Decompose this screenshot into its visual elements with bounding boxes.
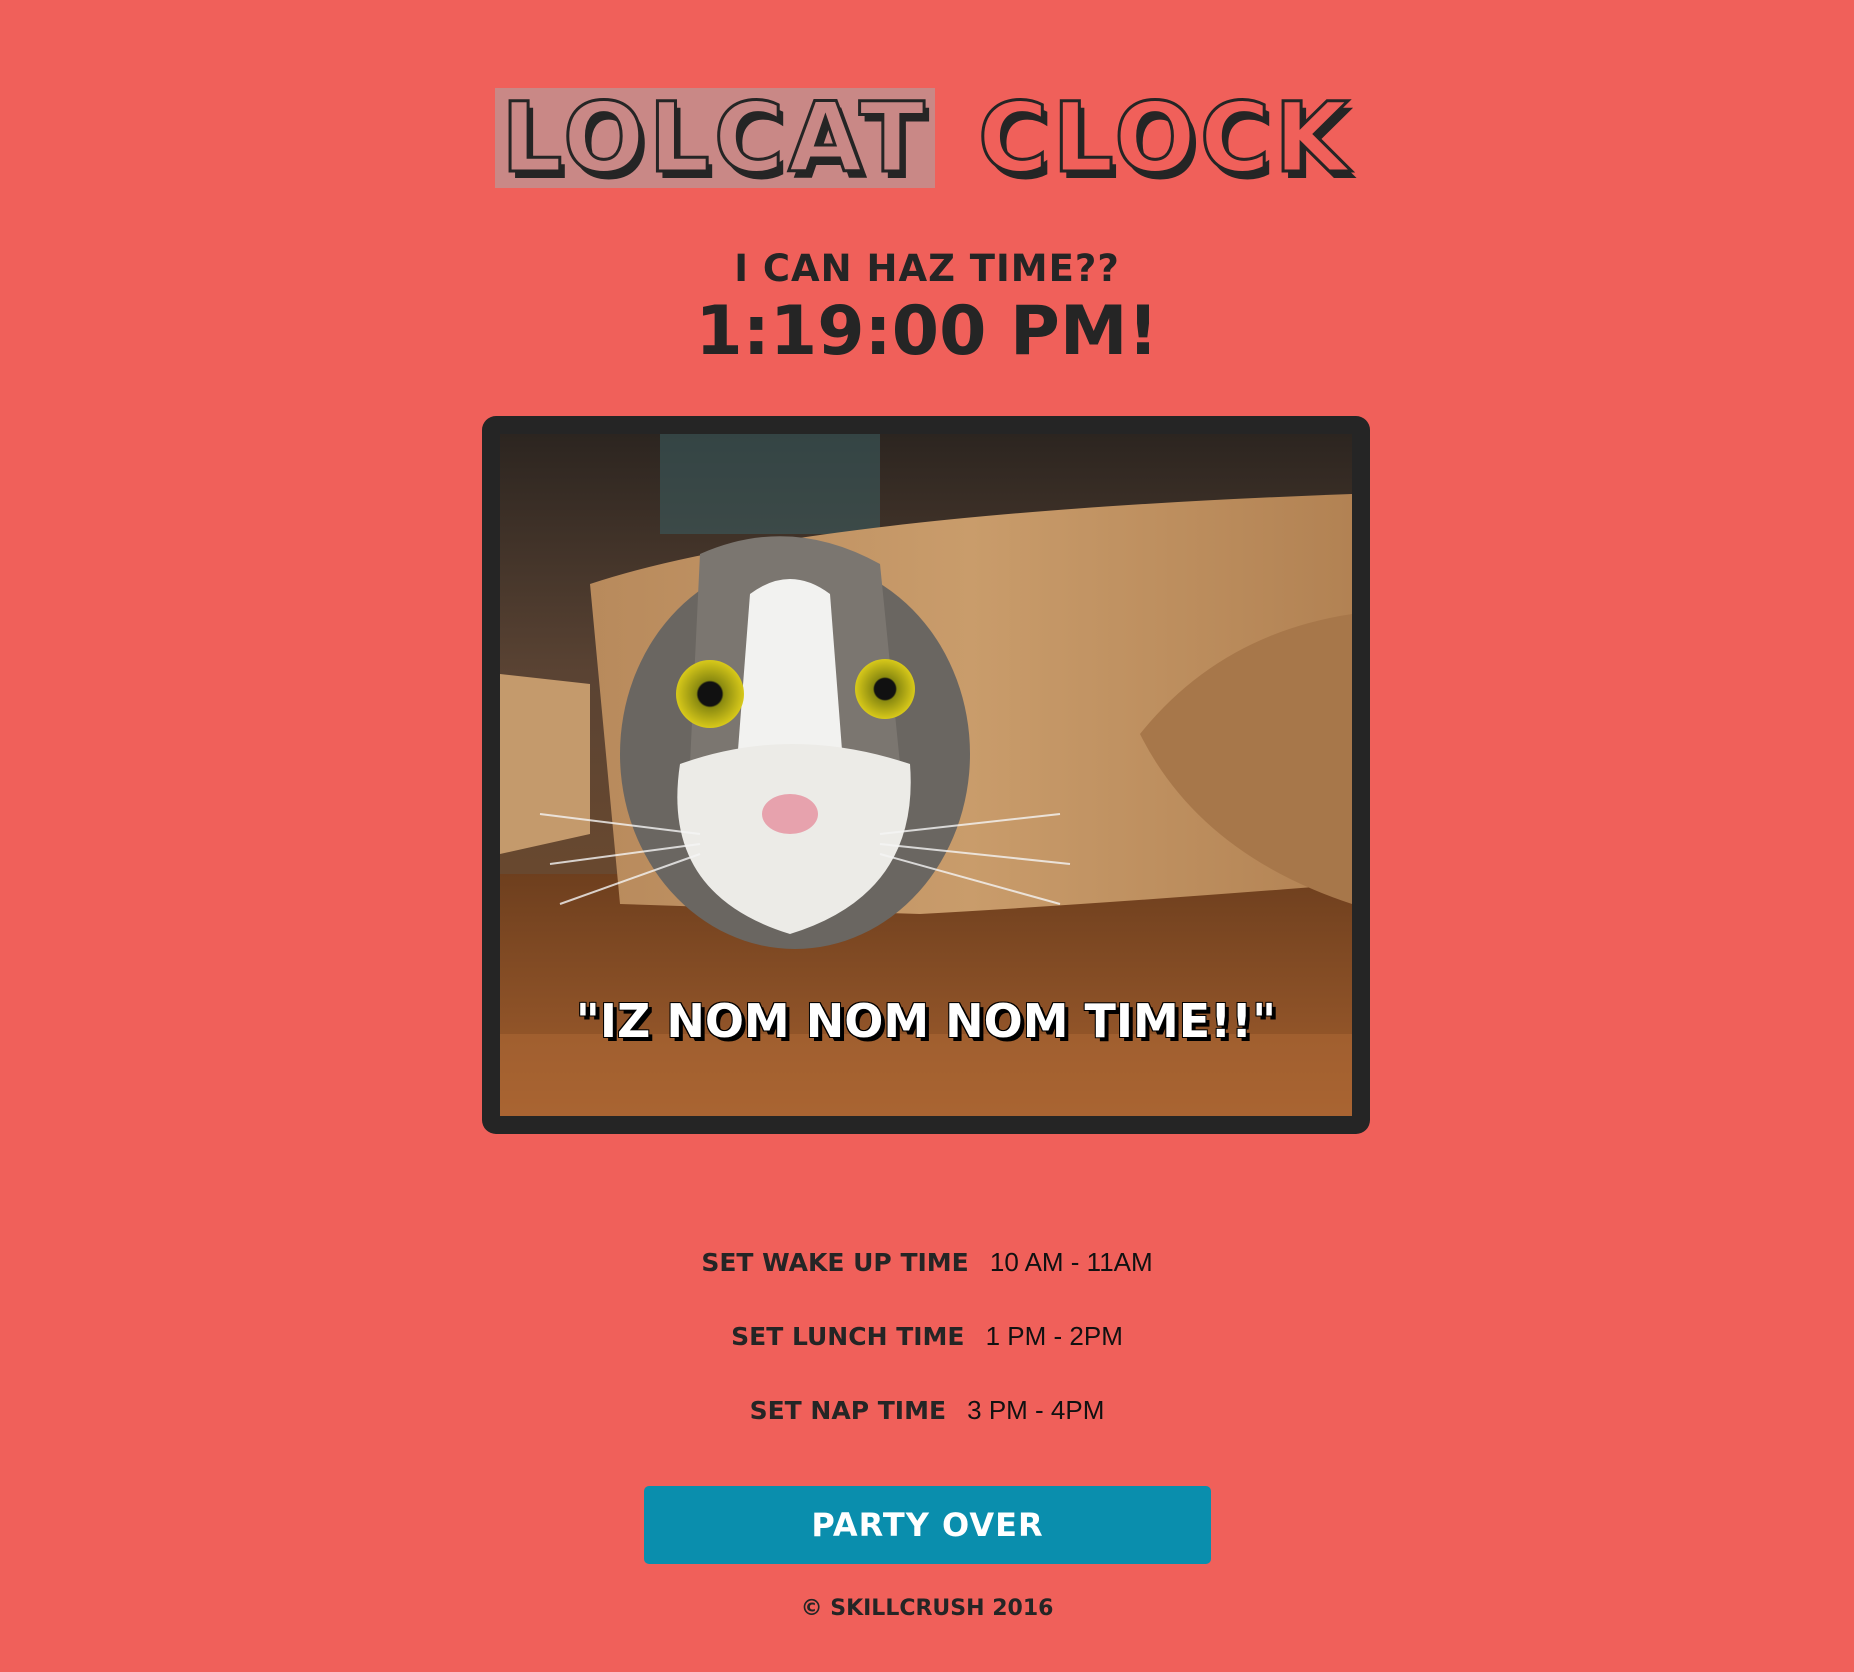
clock-time: 1:19:00 PM!	[695, 292, 1159, 371]
footer-copyright: © Skillcrush 2016	[800, 1596, 1054, 1621]
lunch-time-label: Set Lunch Time	[731, 1322, 965, 1351]
subtitle: I can haz time??	[734, 247, 1120, 290]
wakeup-time-label: Set Wake Up Time	[701, 1248, 969, 1277]
image-caption: "IZ NOM NOM NOM TIME!!"	[575, 994, 1277, 1048]
lolcat-image-frame: "IZ NOM NOM NOM TIME!!"	[482, 416, 1370, 1134]
wakeup-time-value[interactable]: 10 AM - 11AM	[990, 1247, 1153, 1277]
lunch-time-value[interactable]: 1 PM - 2PM	[986, 1321, 1123, 1351]
title-word-clock: Clock	[977, 82, 1353, 194]
party-over-button[interactable]: Party Over	[644, 1486, 1211, 1564]
schedule-row-nap: Set Nap Time 3 PM - 4PM	[0, 1395, 1854, 1426]
schedule-row-lunch: Set Lunch Time 1 PM - 2PM	[0, 1321, 1854, 1352]
schedule-row-wakeup: Set Wake Up Time 10 AM - 11AM	[0, 1247, 1854, 1278]
nap-time-label: Set Nap Time	[749, 1396, 947, 1425]
title-word-lolcat: Lolcat	[495, 87, 935, 190]
nap-time-value[interactable]: 3 PM - 4PM	[967, 1395, 1104, 1425]
page-title: Lolcat Clock	[0, 82, 1854, 194]
